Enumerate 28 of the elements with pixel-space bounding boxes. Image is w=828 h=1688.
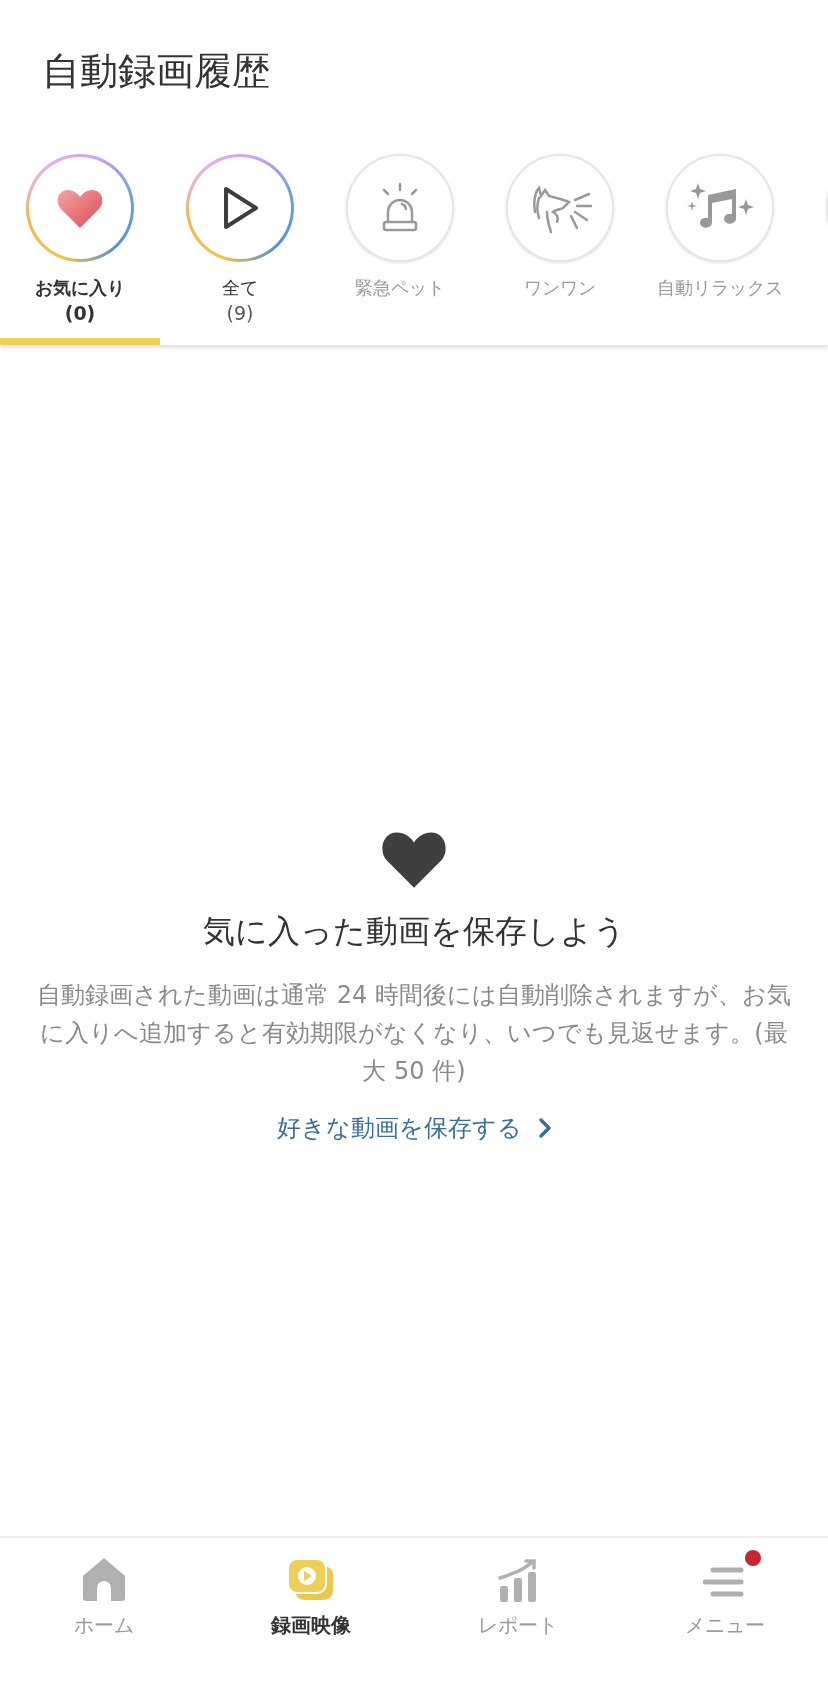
nav-label: メニュー <box>684 1612 765 1639</box>
nav-item[interactable]: メニュー <box>621 1552 828 1688</box>
video-stack-icon <box>286 1558 335 1602</box>
category-tab[interactable]: 自動リラックス <box>640 154 800 345</box>
category-tab[interactable]: 全て (9) <box>160 154 320 345</box>
empty-description: 自動録画された動画は通常 24 時間後には自動削除されますが、お気に入りへ追加すると有効期限がなくなり、いつでも見返せます。(最大 50 件) <box>36 979 792 1087</box>
nav-label: レポート <box>477 1612 558 1639</box>
nav-label: ホーム <box>73 1612 134 1639</box>
chevron-right-icon <box>537 1116 552 1139</box>
home-icon <box>80 1556 127 1602</box>
category-tab[interactable]: お気に入り (0) <box>0 154 160 345</box>
category-tab[interactable]: ワンワン <box>480 154 640 345</box>
tab-label: 緊急ペット <box>355 276 445 300</box>
bar-chart-icon <box>497 1558 538 1602</box>
tab-label: お気に入り <box>35 276 125 300</box>
nav-item[interactable]: ホーム <box>0 1552 207 1688</box>
tab-label: ワンワン <box>524 276 596 300</box>
empty-heading: 気に入った動画を保存しよう <box>202 910 626 952</box>
category-tab[interactable]: 緊急ペット <box>320 154 480 345</box>
save-videos-link[interactable]: 好きな動画を保存する <box>276 1111 552 1144</box>
tab-count: (0) <box>64 301 96 326</box>
nav-item[interactable]: レポート <box>414 1552 621 1688</box>
tab-label: 自動リラックス <box>657 276 783 300</box>
tab-label: 全て <box>222 276 258 300</box>
tab-count: (9) <box>226 301 254 326</box>
page-title: 自動録画履歴 <box>41 48 271 95</box>
nav-item[interactable]: 録画映像 <box>207 1552 414 1688</box>
nav-label: 録画映像 <box>270 1612 351 1639</box>
